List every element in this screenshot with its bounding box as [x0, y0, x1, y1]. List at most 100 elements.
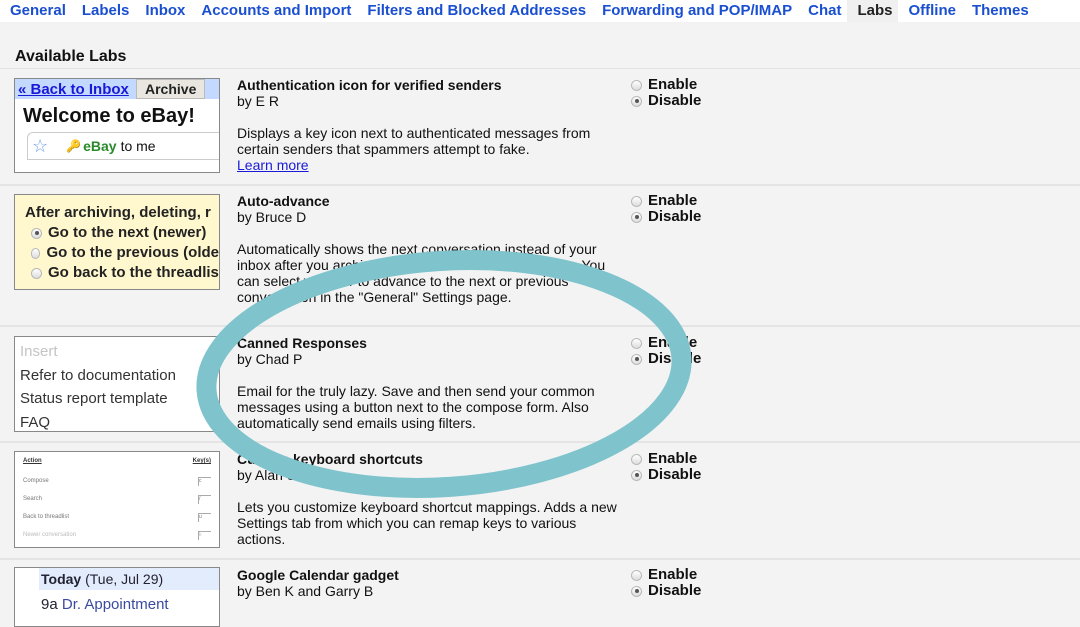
preview-table-row: Search /: [23, 490, 211, 508]
preview-archive-button: Archive: [136, 79, 206, 99]
enable-label: Enable: [648, 566, 698, 583]
tab-offline[interactable]: Offline: [898, 0, 962, 22]
preview-action: Compose: [23, 478, 49, 484]
lab-info: Custom keyboard shortcuts by Alan S Lets…: [237, 451, 617, 547]
preview-sender: eBay: [83, 138, 117, 154]
preview-subject: Welcome to eBay!: [23, 105, 195, 127]
preview-calendar-event: 9a Dr. Appointment: [39, 590, 219, 613]
tab-forwarding-and-pop-imap[interactable]: Forwarding and POP/IMAP: [592, 0, 798, 22]
lab-row-google-calendar-gadget: Today (Tue, Jul 29) 9a Dr. Appointment G…: [0, 560, 1080, 627]
lab-preview-image: Action Key(s) Compose c Search / Back to th…: [14, 451, 220, 548]
lab-row-canned-responses: Insert Refer to documentation Status rep…: [0, 327, 1080, 443]
preview-menu-item: Status report template: [20, 390, 168, 407]
lab-row-custom-keyboard-shortcuts: Action Key(s) Compose c Search / Back to th…: [0, 443, 1080, 560]
enable-label: Enable: [648, 450, 698, 467]
preview-today-label: Today: [41, 571, 82, 587]
preview-menu-item: FAQ: [20, 413, 51, 431]
lab-author: by E R: [237, 93, 280, 109]
lab-preview-image: Insert Refer to documentation Status rep…: [14, 336, 220, 432]
lab-name: Google Calendar gadget: [237, 567, 399, 583]
lab-author: by Chad P: [237, 351, 303, 367]
enable-option[interactable]: Enable: [631, 335, 701, 351]
enable-option[interactable]: Enable: [631, 451, 701, 467]
lab-info: Google Calendar gadget by Ben K and Garr…: [237, 567, 617, 599]
disable-label: Disable: [648, 208, 702, 225]
enable-radio[interactable]: [631, 195, 642, 207]
preview-choice-label: Go to the previous (olde: [46, 244, 219, 261]
lab-info: Auto-advance by Bruce D Automatically sh…: [237, 193, 617, 305]
tab-chat[interactable]: Chat: [798, 0, 847, 22]
preview-table-row: Compose c: [23, 472, 211, 490]
tab-themes[interactable]: Themes: [962, 0, 1035, 22]
learn-more-link[interactable]: Learn more: [237, 157, 617, 173]
lab-description: Email for the truly lazy. Save and then …: [237, 383, 595, 431]
lab-preview-image: « Back to Inbox Archive Welcome to eBay!…: [14, 78, 220, 173]
disable-radio[interactable]: [631, 211, 642, 223]
preview-message-header: ☆ 🔑 eBay to me: [27, 132, 219, 160]
settings-tab-bar: General Labels Inbox Accounts and Import…: [0, 0, 1080, 22]
disable-option[interactable]: Disable: [631, 351, 701, 367]
preview-today-date: (Tue, Jul 29): [85, 571, 164, 587]
enable-radio[interactable]: [631, 453, 642, 465]
tab-labels[interactable]: Labels: [72, 0, 136, 22]
lab-options: Enable Disable: [631, 451, 701, 483]
tab-inbox[interactable]: Inbox: [135, 0, 191, 22]
enable-radio[interactable]: [631, 79, 642, 91]
disable-radio[interactable]: [631, 95, 642, 107]
enable-option[interactable]: Enable: [631, 193, 701, 209]
preview-action: Newer conversation: [23, 532, 77, 538]
preview-event-time: 9a: [41, 596, 58, 613]
preview-choice: Go to the next (newer): [25, 223, 219, 243]
preview-recipient: to me: [120, 138, 156, 154]
lab-row-authentication-icon: « Back to Inbox Archive Welcome to eBay!…: [0, 69, 1080, 186]
disable-option[interactable]: Disable: [631, 467, 701, 483]
tab-general[interactable]: General: [0, 0, 72, 22]
section-title: Available Labs: [15, 48, 127, 65]
disable-option[interactable]: Disable: [631, 583, 701, 599]
preview-calendar-day: Today (Tue, Jul 29): [39, 568, 219, 590]
lab-author: by Alan S: [237, 467, 297, 483]
preview-action: Back to threadlist: [23, 514, 70, 520]
preview-col-keys: Key(s): [192, 458, 211, 464]
disable-label: Disable: [648, 92, 702, 109]
disable-label: Disable: [648, 466, 702, 483]
disable-label: Disable: [648, 350, 702, 367]
preview-key: c: [198, 476, 211, 486]
lab-preview-image: After archiving, deleting, r Go to the n…: [14, 194, 220, 290]
preview-auto-advance-settings: After archiving, deleting, r Go to the n…: [15, 195, 219, 289]
disable-radio[interactable]: [631, 353, 642, 365]
lab-name: Custom keyboard shortcuts: [237, 451, 423, 467]
enable-option[interactable]: Enable: [631, 77, 701, 93]
lab-options: Enable Disable: [631, 567, 701, 599]
preview-shortcut-table: Action Key(s) Compose c Search / Back to th…: [15, 452, 219, 547]
radio-icon: [31, 227, 42, 239]
disable-radio[interactable]: [631, 585, 642, 597]
preview-key: /: [198, 494, 211, 504]
enable-option[interactable]: Enable: [631, 567, 701, 583]
preview-key: u: [198, 512, 211, 522]
disable-option[interactable]: Disable: [631, 93, 701, 109]
radio-icon: [31, 267, 42, 279]
disable-radio[interactable]: [631, 469, 642, 481]
enable-radio[interactable]: [631, 569, 642, 581]
enable-radio[interactable]: [631, 337, 642, 349]
preview-heading: After archiving, deleting, r: [25, 204, 211, 221]
disable-option[interactable]: Disable: [631, 209, 701, 225]
lab-author: by Bruce D: [237, 209, 307, 225]
tab-labs[interactable]: Labs: [847, 0, 899, 22]
radio-icon: [31, 247, 41, 259]
preview-table-row: Back to threadlist u: [23, 508, 211, 526]
preview-back-to-inbox: « Back to Inbox: [18, 80, 129, 98]
lab-row-auto-advance: After archiving, deleting, r Go to the n…: [0, 186, 1080, 327]
lab-options: Enable Disable: [631, 77, 701, 109]
tab-filters-and-blocked-addresses[interactable]: Filters and Blocked Addresses: [357, 0, 592, 22]
preview-choice: Go to the previous (olde: [25, 243, 219, 263]
preview-col-action: Action: [23, 458, 42, 464]
enable-label: Enable: [648, 334, 698, 351]
preview-toolbar: « Back to Inbox Archive: [15, 79, 219, 99]
preview-table-header: Action Key(s): [23, 458, 211, 464]
preview-table-row: Newer conversation k: [23, 526, 211, 544]
disable-label: Disable: [648, 582, 702, 599]
tab-accounts-and-import[interactable]: Accounts and Import: [191, 0, 357, 22]
preview-choice-label: Go back to the threadlis: [48, 264, 219, 281]
